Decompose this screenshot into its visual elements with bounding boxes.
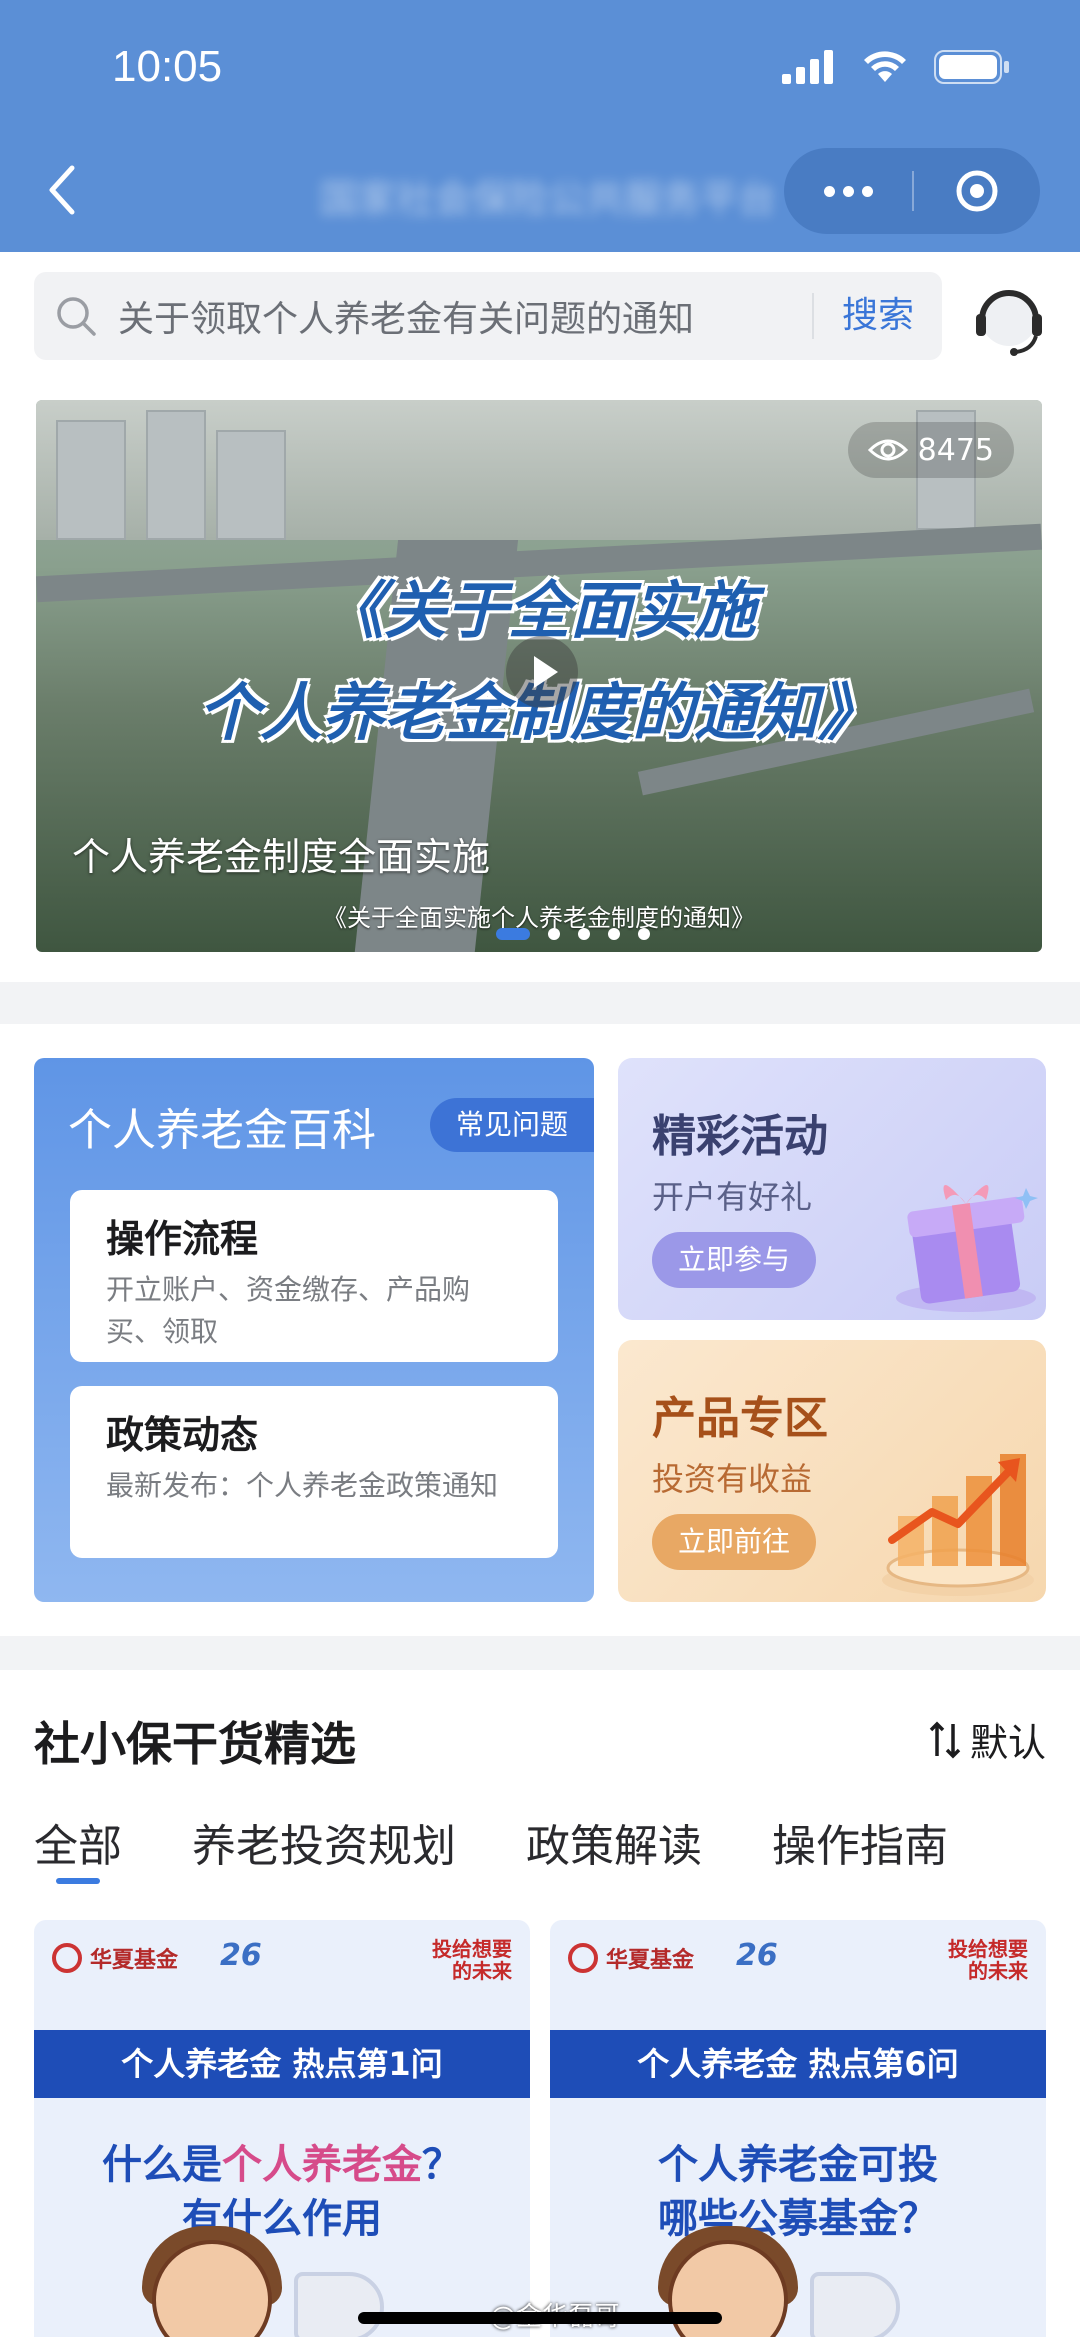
target-close-icon bbox=[956, 170, 998, 212]
anniversary-badge: 26 bbox=[220, 1938, 262, 1973]
join-now-button[interactable]: 立即参与 bbox=[652, 1232, 816, 1288]
status-time: 10:05 bbox=[112, 42, 223, 91]
banner-carousel[interactable]: 8475 《关于全面实施 个人养老金制度的通知》 个人养老金制度全面实施 《关于… bbox=[36, 400, 1042, 952]
close-mini-program-button[interactable] bbox=[914, 168, 1040, 214]
brand-logo: 华夏基金 bbox=[568, 1942, 694, 1974]
more-menu-button[interactable] bbox=[784, 185, 912, 197]
battery-icon bbox=[934, 50, 1009, 84]
article-question-line1: 个人养老金可投 bbox=[658, 2142, 938, 2188]
megaphone-icon bbox=[294, 2272, 384, 2337]
banner-caption: 个人养老金制度全面实施 bbox=[72, 835, 491, 879]
growth-chart-icon bbox=[882, 1454, 1034, 1596]
customer-service-icon[interactable] bbox=[968, 276, 1050, 358]
home-indicator[interactable] bbox=[358, 2312, 722, 2324]
article-question-line2: 有什么作用 bbox=[182, 2196, 382, 2242]
slogan: 投给想要的未来 bbox=[432, 1937, 512, 1983]
mini-program-capsule bbox=[784, 148, 1040, 234]
article-question-line2: 哪些公募基金？ bbox=[658, 2196, 938, 2242]
gift-box-icon bbox=[896, 1184, 1038, 1312]
wiki-item-process[interactable]: 操作流程 开立账户、资金缴存、产品购买、领取 bbox=[70, 1190, 558, 1362]
slogan: 投给想要的未来 bbox=[948, 1937, 1028, 1983]
search-icon bbox=[57, 297, 96, 336]
view-count: 8475 bbox=[847, 422, 1014, 478]
carousel-dot[interactable] bbox=[496, 928, 530, 940]
sort-button[interactable]: 默认 bbox=[928, 1712, 1046, 1767]
article-card[interactable]: 华夏基金 26 投给想要的未来 个人养老金 热点第6问 个人养老金可投 哪些公募… bbox=[550, 1920, 1046, 2337]
category-tabs: 全部 养老投资规划 政策解读 操作指南 bbox=[34, 1810, 1018, 1884]
product-zone-card[interactable]: 产品专区 投资有收益 立即前往 bbox=[618, 1340, 1046, 1602]
wifi-icon bbox=[864, 51, 906, 82]
signal-icon bbox=[782, 50, 833, 84]
pension-wiki-card: 个人养老金百科 常见问题 操作流程 开立账户、资金缴存、产品购买、领取 政策动态… bbox=[34, 1058, 594, 1602]
anniversary-badge: 26 bbox=[736, 1938, 778, 1973]
wiki-title: 个人养老金百科 bbox=[68, 1105, 376, 1156]
sort-icon bbox=[929, 1721, 961, 1758]
tab-pension-planning[interactable]: 养老投资规划 bbox=[192, 1810, 456, 1874]
tab-operation-guide[interactable]: 操作指南 bbox=[772, 1810, 948, 1874]
activity-card[interactable]: 精彩活动 开户有好礼 立即参与 bbox=[618, 1058, 1046, 1320]
carousel-indicator bbox=[496, 928, 650, 940]
search-input[interactable]: 关于领取个人养老金有关问题的通知 bbox=[118, 290, 812, 342]
article-question-line1: 什么是个人养老金？ bbox=[102, 2142, 462, 2188]
faq-button[interactable]: 常见问题 bbox=[430, 1098, 594, 1152]
search-bar[interactable]: 关于领取个人养老金有关问题的通知 搜索 bbox=[34, 272, 942, 360]
go-now-button[interactable]: 立即前往 bbox=[652, 1514, 816, 1570]
status-icons bbox=[782, 50, 1010, 84]
search-button[interactable]: 搜索 bbox=[812, 293, 942, 339]
wiki-item-policy[interactable]: 政策动态 最新发布：个人养老金政策通知 bbox=[70, 1386, 558, 1558]
tab-policy-interpretation[interactable]: 政策解读 bbox=[526, 1810, 702, 1874]
carousel-dot[interactable] bbox=[548, 928, 560, 940]
app-header: 10:05 国家社会保险公共服务平台 bbox=[0, 0, 1080, 252]
article-card[interactable]: 华夏基金 26 投给想要的未来 个人养老金 热点第1问 什么是个人养老金？ 有什… bbox=[34, 1920, 530, 2337]
article-banner-text: 个人养老金 热点第6问 bbox=[550, 2030, 1046, 2098]
page-title: 国家社会保险公共服务平台 bbox=[320, 177, 777, 221]
tab-all[interactable]: 全部 bbox=[34, 1810, 122, 1884]
back-arrow-icon[interactable] bbox=[42, 160, 82, 220]
megaphone-icon bbox=[810, 2272, 900, 2337]
eye-icon bbox=[867, 439, 908, 461]
brand-logo: 华夏基金 bbox=[52, 1942, 178, 1974]
carousel-dot[interactable] bbox=[578, 928, 590, 940]
carousel-dot[interactable] bbox=[638, 928, 650, 940]
carousel-dot[interactable] bbox=[608, 928, 620, 940]
play-icon[interactable] bbox=[506, 636, 578, 708]
section-title: 社小保干货精选 bbox=[34, 1717, 356, 1771]
article-banner-text: 个人养老金 热点第1问 bbox=[34, 2030, 530, 2098]
